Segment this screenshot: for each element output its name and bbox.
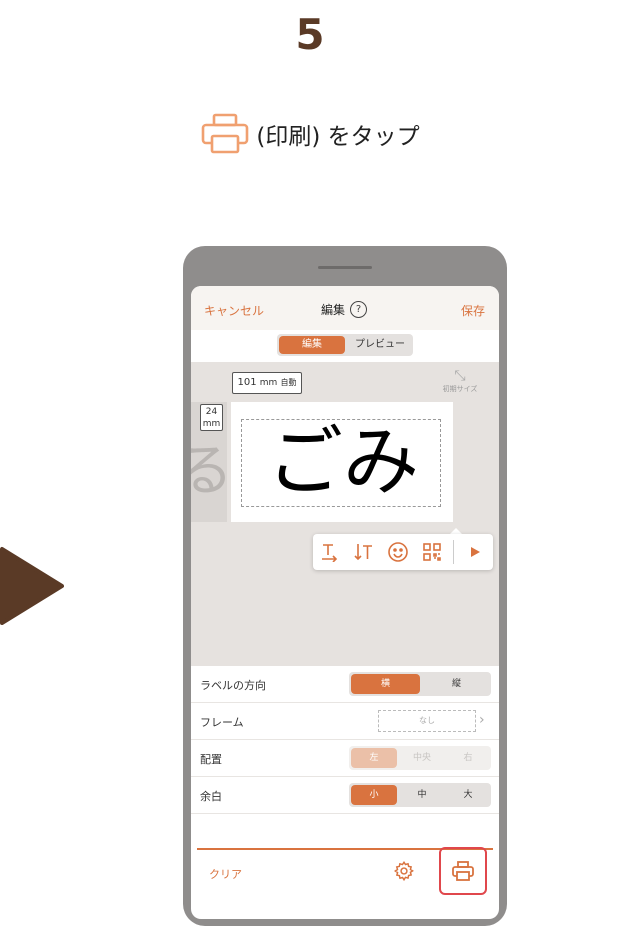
label-height-unit: mm — [202, 419, 221, 429]
tab-edit[interactable]: 編集 — [279, 336, 345, 354]
page-title: 編集 ? — [321, 301, 368, 318]
shrink-icon: ⤡ — [454, 368, 466, 384]
frame-row[interactable]: フレーム なし › — [191, 703, 499, 740]
page-title-text: 編集 — [321, 303, 346, 317]
margin-option-large[interactable]: 大 — [445, 783, 491, 807]
mode-tabs: 編集 プレビュー — [277, 334, 413, 356]
orientation-option-vertical[interactable]: 縦 — [422, 672, 491, 696]
label-width-value: 101 — [237, 377, 257, 388]
gear-icon[interactable] — [393, 860, 415, 882]
chevron-right-icon: › — [479, 712, 485, 728]
instruction-text: (印刷) をタップ — [256, 124, 420, 150]
label-text[interactable]: ごみ — [243, 412, 443, 512]
print-button[interactable] — [439, 847, 487, 895]
cancel-button[interactable]: キャンセル — [204, 302, 264, 319]
initial-size-button[interactable]: ⤡ 初期サイズ — [436, 368, 484, 400]
label-canvas[interactable]: る 101 mm 自動 24 mm ⤡ 初期サイズ ごみ — [191, 362, 499, 666]
phone-frame: キャンセル 編集 ? 保存 編集 プレビュー る 101 mm 自動 24 mm — [183, 246, 507, 926]
alignment-option-right[interactable]: 右 — [445, 746, 491, 770]
nav-bar: キャンセル 編集 ? 保存 — [191, 286, 499, 330]
printer-icon — [452, 861, 474, 881]
label-height-field: 24 mm — [200, 404, 223, 431]
clear-button[interactable]: クリア — [209, 866, 242, 882]
qr-code-icon[interactable] — [415, 534, 449, 570]
next-step-arrow-icon — [0, 547, 64, 625]
save-button[interactable]: 保存 — [461, 302, 485, 319]
previous-label-text: る — [191, 439, 233, 504]
margin-option-small[interactable]: 小 — [351, 785, 397, 805]
margin-segmented-control: 小 中 大 — [349, 783, 491, 807]
step-number: 5 — [295, 10, 325, 59]
margin-option-medium[interactable]: 中 — [399, 783, 445, 807]
alignment-option-left[interactable]: 左 — [351, 748, 397, 768]
orientation-option-horizontal[interactable]: 横 — [351, 674, 420, 694]
orientation-row: ラベルの方向 横 縦 — [191, 666, 499, 703]
alignment-label: 配置 — [200, 753, 222, 766]
alignment-row: 配置 左 中央 右 — [191, 740, 499, 777]
toolbar-divider — [453, 540, 454, 564]
margin-label: 余白 — [200, 790, 222, 803]
text-vertical-icon[interactable] — [347, 534, 381, 570]
edit-toolbar — [313, 534, 493, 570]
play-icon[interactable] — [458, 534, 492, 570]
frame-label: フレーム — [200, 716, 244, 729]
help-icon[interactable]: ? — [350, 301, 368, 318]
instruction: (印刷) をタップ — [0, 112, 620, 156]
label-width-field[interactable]: 101 mm 自動 — [232, 372, 302, 394]
alignment-option-center[interactable]: 中央 — [399, 746, 445, 770]
phone-speaker — [318, 266, 372, 269]
initial-size-label: 初期サイズ — [442, 385, 478, 393]
printer-icon — [200, 112, 250, 156]
emoji-icon[interactable] — [381, 534, 415, 570]
label-height-value: 24 — [205, 407, 218, 417]
orientation-segmented-control: 横 縦 — [349, 672, 491, 696]
tab-preview[interactable]: プレビュー — [347, 334, 413, 356]
label-width-unit: mm — [259, 378, 278, 388]
orientation-label: ラベルの方向 — [200, 679, 266, 692]
margin-row: 余白 小 中 大 — [191, 777, 499, 814]
frame-value[interactable]: なし — [378, 710, 476, 732]
app-screen: キャンセル 編集 ? 保存 編集 プレビュー る 101 mm 自動 24 mm — [191, 286, 499, 919]
settings-panel: ラベルの方向 横 縦 フレーム なし › 配置 左 中央 右 余白 小 中 大 — [191, 666, 499, 814]
label-width-mode: 自動 — [280, 378, 297, 387]
alignment-segmented-control: 左 中央 右 — [349, 746, 491, 770]
text-horizontal-icon[interactable] — [313, 534, 347, 570]
